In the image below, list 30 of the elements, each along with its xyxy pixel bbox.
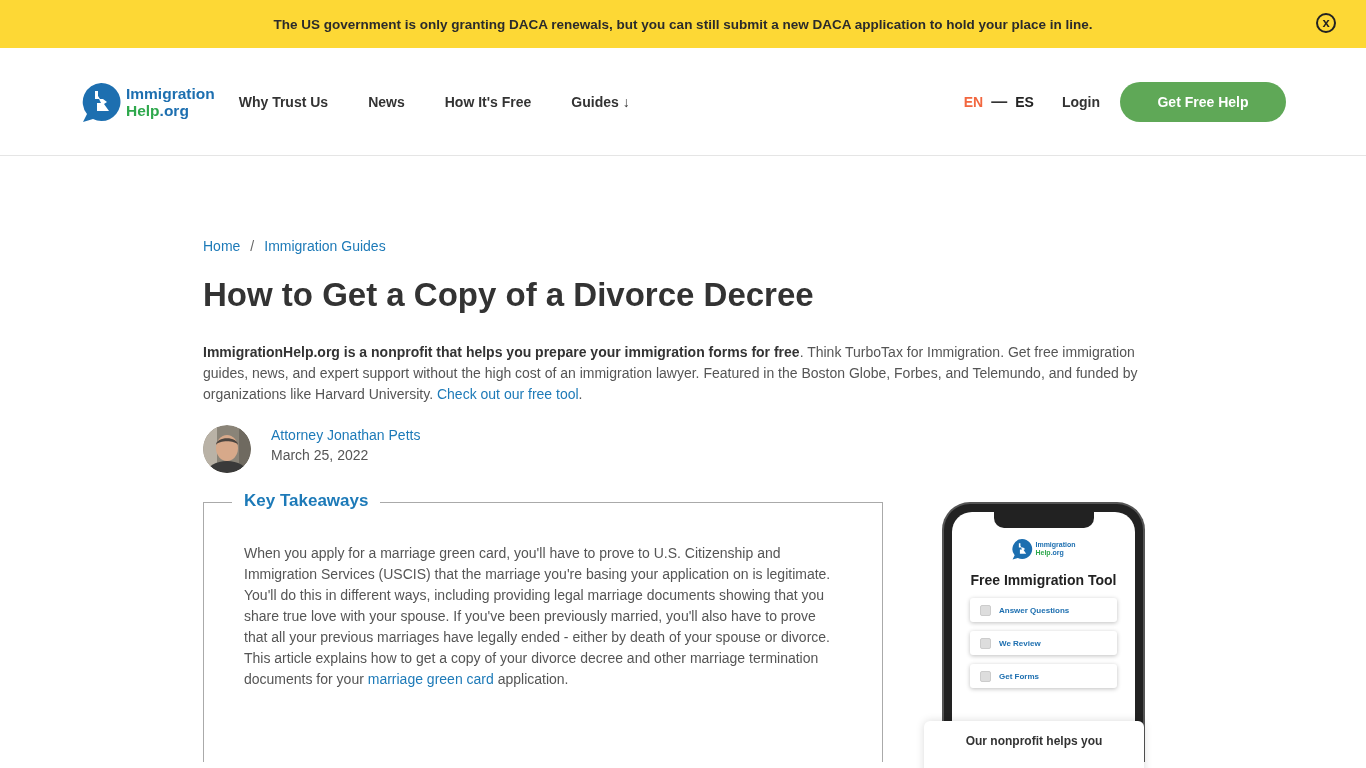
get-help-button[interactable]: Get Free Help [1120, 81, 1286, 122]
banner-text: The US government is only granting DACA renewals, but you can still submit a new DACA application to hold your place in line. [273, 16, 1093, 32]
page-title: How to Get a Copy of a Divorce Decree [203, 276, 815, 314]
logo-icon[interactable] [80, 80, 122, 123]
logo-text[interactable]: Immigration Help.org [126, 84, 215, 119]
step-label: Answer Questions [999, 605, 1070, 615]
breadcrumb-separator: / [250, 238, 255, 254]
tool-title: Free Immigration Tool [969, 572, 1118, 588]
breadcrumb-link[interactable]: Immigration Guides [264, 238, 386, 254]
nav-link[interactable]: News [368, 93, 405, 110]
article-link[interactable]: marriage green card [367, 671, 494, 687]
logo-icon [1011, 538, 1034, 560]
publish-date: March 25, 2022 [271, 447, 370, 463]
nav-link[interactable]: Guides ↓ [571, 93, 630, 110]
nav-link[interactable]: Why Trust Us [238, 93, 329, 110]
step-label: Get Forms [999, 671, 1039, 681]
free-tool-link[interactable]: Check out our free tool [436, 386, 579, 402]
intro-paragraph: ImmigrationHelp.org is a nonprofit that helps you prepare your immigration forms for free. Think TurboTax for Immigration. Get free immigration guides, news, and expert support without the high cost of an immigration lawyer. Featured in the Boston Globe, Forbes, and Telemundo, and funded by organizations like Harvard University. Check out our free tool. [203, 343, 1139, 404]
promo-card-text: Our nonprofit helps you [965, 734, 1103, 748]
author-link[interactable]: Attorney Jonathan Petts [271, 427, 421, 443]
breadcrumb-link[interactable]: Home [203, 238, 241, 254]
language-separator: — [991, 92, 1008, 111]
close-button[interactable]: x [1316, 13, 1336, 33]
takeaways-title: Key Takeaways [232, 491, 381, 511]
language-link[interactable]: ES [1015, 93, 1034, 110]
step-label: We Review [999, 638, 1041, 648]
login-link[interactable]: Login [1061, 93, 1100, 110]
language-link[interactable]: EN [963, 93, 984, 110]
takeaways-paragraph: When you apply for a marriage green card, you'll have to prove to U.S. Citizenship and Immigration Services (USCIS) that the marriage you're basing your application on is legitimate. You'll do this in different ways, including providing legal marriage documents showing that you share true love with your spouse. If you've been previously married, you'll also have to prove that all your previous marriages have legally ended - either by death of your spouse or divorce. This article explains how to get a copy of your divorce decree and other marriage termination documents for your marriage green card application. [244, 544, 832, 689]
nav-link[interactable]: How It's Free [444, 93, 532, 110]
